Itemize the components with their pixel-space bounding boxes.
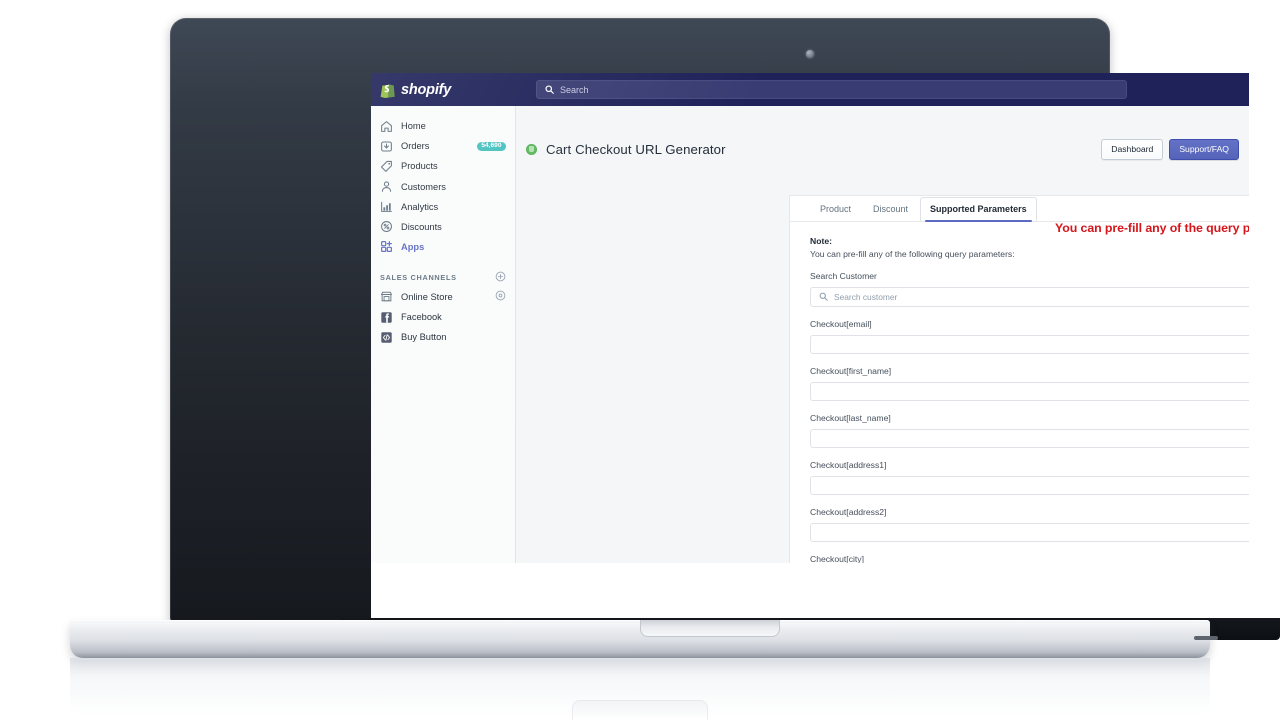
sidebar-section-label: SALES CHANNELS bbox=[380, 272, 457, 282]
page-title: Cart Checkout URL Generator bbox=[546, 141, 726, 157]
text-input[interactable] bbox=[810, 523, 1249, 542]
field-label: Checkout[first_name] bbox=[810, 366, 892, 376]
search-placeholder: Search bbox=[560, 84, 589, 95]
base-hinge-notch bbox=[640, 620, 780, 637]
customer-search-field: Search Customer Search customer Browse bbox=[810, 271, 1249, 307]
online-store-icon bbox=[380, 290, 393, 303]
card-tabs: Product Discount Supported Parameters bbox=[790, 196, 1249, 222]
note-body: You can pre-fill any of the following qu… bbox=[810, 249, 1015, 259]
sidebar-item-orders[interactable]: Orders 54,690 bbox=[371, 137, 515, 157]
sidebar-item-label: Online Store bbox=[401, 291, 453, 302]
shopify-app-green-icon bbox=[526, 143, 537, 155]
reflection-notch bbox=[572, 700, 708, 720]
sidebar-item-label: Facebook bbox=[401, 312, 442, 323]
sidebar-item-home[interactable]: Home bbox=[371, 117, 515, 137]
orders-count-badge: 54,690 bbox=[476, 141, 506, 152]
page-header-actions: Dashboard Support/FAQ bbox=[1101, 138, 1239, 160]
sidebar-item-label: Orders bbox=[401, 141, 430, 152]
field-checkout-last-name: Checkout[last_name] bbox=[810, 413, 1249, 448]
search-icon bbox=[545, 81, 554, 99]
home-icon bbox=[380, 120, 393, 133]
customer-search-row: Search customer Browse bbox=[810, 287, 1249, 307]
laptop-lid: shopify Search Home Orders 54,690 Produc… bbox=[170, 18, 1280, 640]
search-input[interactable]: Search bbox=[536, 80, 1127, 99]
camera-dot-icon bbox=[806, 50, 814, 58]
field-checkout-first-name: Checkout[first_name] bbox=[810, 366, 1249, 401]
card-body: Note: You can pre-fill any of the follow… bbox=[790, 222, 1249, 589]
text-input[interactable] bbox=[810, 335, 1249, 354]
laptop-base bbox=[70, 620, 1218, 658]
sidebar-item-discounts[interactable]: Discounts bbox=[371, 217, 515, 237]
sidebar-item-label: Analytics bbox=[401, 201, 439, 212]
text-input[interactable] bbox=[810, 382, 1249, 401]
apps-grid-plus-icon bbox=[380, 240, 393, 253]
field-label: Checkout[address1] bbox=[810, 460, 887, 470]
dashboard-button[interactable]: Dashboard bbox=[1101, 138, 1164, 160]
sidebar-item-label: Home bbox=[401, 121, 426, 132]
tab-supported-parameters[interactable]: Supported Parameters bbox=[920, 197, 1037, 222]
customer-search-placeholder: Search customer bbox=[834, 292, 898, 302]
support-faq-button[interactable]: Support/FAQ bbox=[1169, 138, 1239, 160]
facebook-icon bbox=[380, 311, 393, 324]
text-input[interactable] bbox=[810, 429, 1249, 448]
base-port-slot bbox=[1194, 636, 1218, 640]
sidebar-section-sales-channels: SALES CHANNELS bbox=[371, 268, 515, 287]
screenshot-root: shopify Search Home Orders 54,690 Produc… bbox=[0, 0, 1280, 720]
search-icon bbox=[819, 288, 828, 306]
shopify-bag-icon bbox=[380, 82, 395, 98]
tab-discount[interactable]: Discount bbox=[863, 197, 918, 221]
sidebar-item-label: Products bbox=[401, 161, 438, 172]
field-label: Checkout[email] bbox=[810, 319, 872, 329]
page-header: Cart Checkout URL Generator Dashboard Su… bbox=[526, 136, 1239, 162]
customers-person-icon bbox=[380, 180, 393, 193]
app-topbar: shopify Search bbox=[371, 73, 1249, 106]
sidebar-primary-nav: Home Orders 54,690 Products Customers An… bbox=[371, 106, 515, 347]
plus-circle-icon[interactable] bbox=[495, 271, 506, 284]
field-label: Checkout[last_name] bbox=[810, 413, 891, 423]
field-checkout-address1: Checkout[address1] bbox=[810, 460, 1249, 495]
field-checkout-email: Checkout[email] bbox=[810, 319, 1249, 354]
sidebar-item-label: Buy Button bbox=[401, 332, 447, 343]
discounts-percent-icon bbox=[380, 220, 393, 233]
sidebar-item-customers[interactable]: Customers bbox=[371, 177, 515, 197]
buy-button-code-icon bbox=[380, 331, 393, 344]
sidebar-item-apps[interactable]: Apps bbox=[371, 237, 515, 257]
sidebar-item-label: Apps bbox=[401, 241, 425, 252]
annotation-callout: You can pre-fill any of the query parame… bbox=[1055, 221, 1249, 235]
laptop-screen: shopify Search Home Orders 54,690 Produc… bbox=[371, 73, 1249, 618]
screen-lower-bezel-fill bbox=[371, 563, 1249, 618]
sidebar-item-buy-button[interactable]: Buy Button bbox=[371, 327, 515, 347]
sidebar-item-label: Discounts bbox=[401, 221, 442, 232]
app-sidebar: Home Orders 54,690 Products Customers An… bbox=[371, 106, 516, 618]
tab-product[interactable]: Product bbox=[810, 197, 861, 221]
parameters-card: Product Discount Supported Parameters No… bbox=[789, 195, 1249, 618]
sidebar-item-online-store[interactable]: Online Store bbox=[371, 287, 515, 307]
orders-inbox-icon bbox=[380, 140, 393, 153]
sidebar-item-facebook[interactable]: Facebook bbox=[371, 307, 515, 327]
shopify-logo[interactable]: shopify bbox=[371, 73, 515, 106]
customer-search-input[interactable]: Search customer bbox=[810, 287, 1249, 307]
text-input[interactable] bbox=[810, 476, 1249, 495]
sidebar-item-analytics[interactable]: Analytics bbox=[371, 197, 515, 217]
sidebar-item-products[interactable]: Products bbox=[371, 157, 515, 177]
analytics-bars-icon bbox=[380, 200, 393, 213]
customer-search-label: Search Customer bbox=[810, 271, 877, 281]
note-title: Note: bbox=[810, 236, 832, 246]
products-tag-icon bbox=[380, 160, 393, 173]
field-label: Checkout[address2] bbox=[810, 507, 887, 517]
eye-icon[interactable] bbox=[495, 290, 506, 303]
sidebar-item-label: Customers bbox=[401, 181, 446, 192]
field-checkout-address2: Checkout[address2] bbox=[810, 507, 1249, 542]
shopify-wordmark: shopify bbox=[401, 81, 452, 98]
